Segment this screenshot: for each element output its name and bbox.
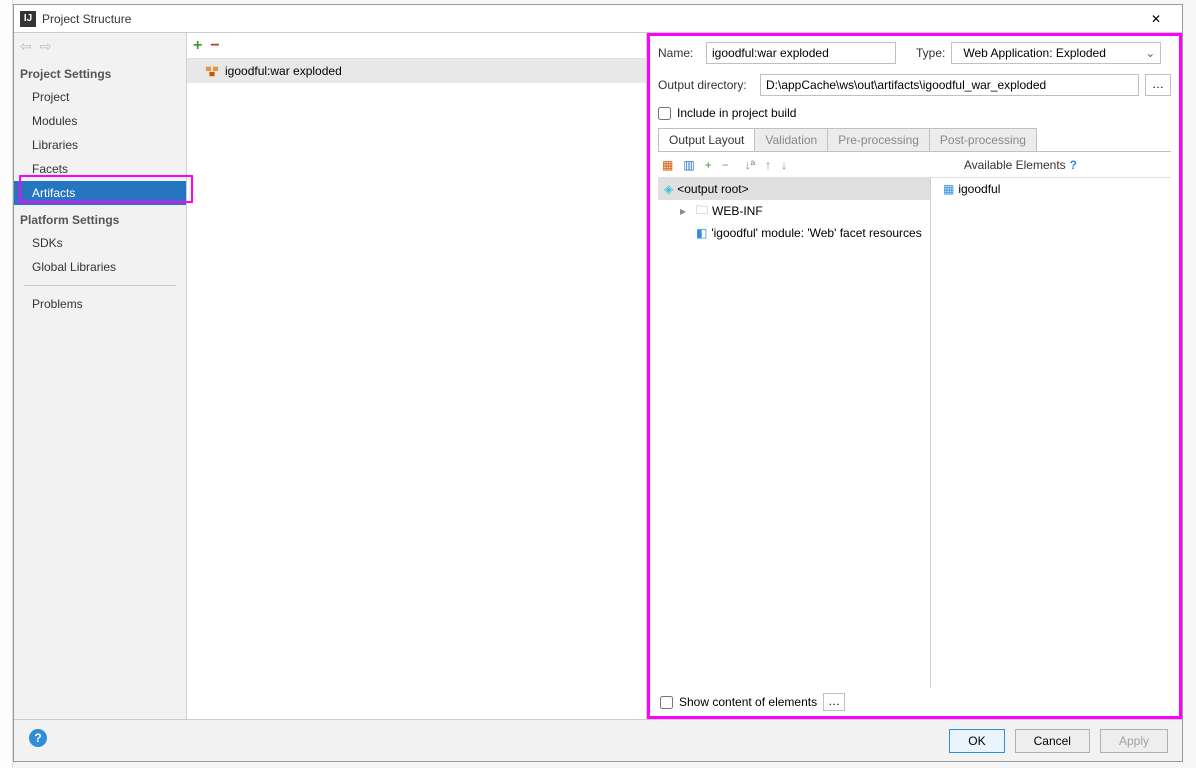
new-folder-icon[interactable]: ▦	[662, 158, 673, 172]
sidebar-item-libraries[interactable]: Libraries	[14, 133, 186, 157]
section-platform-settings: Platform Settings	[14, 205, 186, 231]
sidebar-item-modules[interactable]: Modules	[14, 109, 186, 133]
tab-post-processing[interactable]: Post-processing	[929, 128, 1037, 151]
output-tree: ◈ <output root> ▸ 🗀 WEB-INF ◧ 'igoodful'…	[658, 178, 931, 688]
dialog-body: ⇦ ⇨ Project Settings Project Modules Lib…	[14, 33, 1182, 719]
type-value: Web Application: Exploded	[963, 46, 1106, 60]
outdir-row: Output directory: …	[658, 74, 1171, 96]
show-content-options-button[interactable]: …	[823, 693, 845, 711]
dialog-buttons: OK Cancel Apply	[14, 719, 1182, 761]
project-structure-dialog: IJ Project Structure ✕ ⇦ ⇨ Project Setti…	[13, 4, 1183, 762]
artifact-list-toolbar: + −	[187, 33, 646, 59]
sidebar-item-sdks[interactable]: SDKs	[14, 231, 186, 255]
folder-icon: 🗀	[696, 201, 708, 222]
show-content-label: Show content of elements	[679, 695, 817, 709]
sort-icon[interactable]: ↓ª	[745, 158, 755, 172]
tab-output-layout[interactable]: Output Layout	[658, 128, 755, 151]
remove-item-icon[interactable]: −	[722, 158, 729, 172]
arrow-left-icon[interactable]: ⇦	[20, 38, 32, 55]
include-checkbox[interactable]	[658, 107, 671, 120]
add-icon[interactable]: +	[193, 37, 202, 55]
available-tree: ▦ igoodful	[931, 178, 1171, 688]
window-title: Project Structure	[42, 12, 1136, 26]
sidebar-item-global-libraries[interactable]: Global Libraries	[14, 255, 186, 279]
sidebar-item-artifacts[interactable]: Artifacts	[14, 181, 186, 205]
editor-gutter	[0, 0, 13, 768]
tree-webinf-label: WEB-INF	[712, 204, 763, 218]
tree-webinf[interactable]: ▸ 🗀 WEB-INF	[658, 200, 930, 222]
type-select[interactable]: Web Application: Exploded ⌄	[951, 42, 1161, 64]
add-copy-icon[interactable]: +	[705, 158, 712, 172]
tree-output-root-label: <output root>	[677, 182, 748, 196]
artifact-details-panel: Name: Type: Web Application: Exploded ⌄ …	[647, 33, 1182, 719]
layout-tabs: Output Layout Validation Pre-processing …	[658, 128, 1171, 152]
arrow-right-icon[interactable]: ⇨	[40, 38, 52, 55]
help-button-area: ?	[29, 729, 47, 747]
outdir-input[interactable]	[760, 74, 1139, 96]
sidebar-item-problems[interactable]: Problems	[14, 292, 186, 316]
layout-body: ◈ <output root> ▸ 🗀 WEB-INF ◧ 'igoodful'…	[658, 178, 1171, 688]
tab-pre-processing[interactable]: Pre-processing	[827, 128, 930, 151]
layout-toolbar: ▦ ▥ + − ↓ª ↑ ↓ Available Elements ?	[658, 152, 1171, 178]
close-icon[interactable]: ✕	[1136, 5, 1176, 33]
package-icon	[205, 64, 219, 78]
include-label: Include in project build	[677, 106, 796, 120]
available-label: Available Elements	[964, 158, 1066, 172]
show-content-row: Show content of elements …	[658, 688, 1171, 716]
module-icon: ▦	[943, 182, 954, 196]
expand-icon[interactable]: ▸	[680, 204, 692, 218]
nav-arrows: ⇦ ⇨	[14, 33, 186, 59]
remove-icon[interactable]: −	[210, 37, 219, 55]
available-module-label: igoodful	[958, 182, 1000, 196]
artifact-label: igoodful:war exploded	[225, 64, 342, 78]
outdir-label: Output directory:	[658, 78, 754, 92]
include-row: Include in project build	[658, 106, 1171, 120]
tree-output-root[interactable]: ◈ <output root>	[658, 178, 930, 200]
tree-facet-label: 'igoodful' module: 'Web' facet resources	[711, 226, 921, 240]
section-project-settings: Project Settings	[14, 59, 186, 85]
move-down-icon[interactable]: ↓	[781, 158, 787, 172]
facet-icon: ◧	[696, 226, 707, 240]
artifact-list-panel: + − igoodful:war exploded	[187, 33, 647, 719]
sidebar: ⇦ ⇨ Project Settings Project Modules Lib…	[14, 33, 187, 719]
apply-button[interactable]: Apply	[1100, 729, 1168, 753]
ok-button[interactable]: OK	[949, 729, 1004, 753]
name-label: Name:	[658, 46, 700, 60]
name-input[interactable]	[706, 42, 896, 64]
sidebar-item-project[interactable]: Project	[14, 85, 186, 109]
cancel-button[interactable]: Cancel	[1015, 729, 1090, 753]
tab-validation[interactable]: Validation	[754, 128, 828, 151]
available-elements-header: Available Elements ?	[964, 158, 1167, 172]
type-label: Type:	[916, 46, 945, 60]
show-content-checkbox[interactable]	[660, 696, 673, 709]
tree-facet-resources[interactable]: ◧ 'igoodful' module: 'Web' facet resourc…	[658, 222, 930, 244]
name-row: Name: Type: Web Application: Exploded ⌄	[658, 42, 1171, 64]
sidebar-divider	[24, 285, 176, 286]
titlebar: IJ Project Structure ✕	[14, 5, 1182, 33]
browse-button[interactable]: …	[1145, 74, 1171, 96]
new-archive-icon[interactable]: ▥	[683, 158, 694, 172]
help-button[interactable]: ?	[29, 729, 47, 747]
available-module[interactable]: ▦ igoodful	[931, 178, 1171, 200]
app-icon: IJ	[20, 11, 36, 27]
chevron-down-icon: ⌄	[1145, 46, 1155, 60]
help-icon[interactable]: ?	[1070, 158, 1077, 172]
sidebar-item-facets[interactable]: Facets	[14, 157, 186, 181]
output-root-icon: ◈	[664, 182, 673, 196]
move-up-icon[interactable]: ↑	[765, 158, 771, 172]
artifact-list-item[interactable]: igoodful:war exploded	[187, 59, 646, 83]
